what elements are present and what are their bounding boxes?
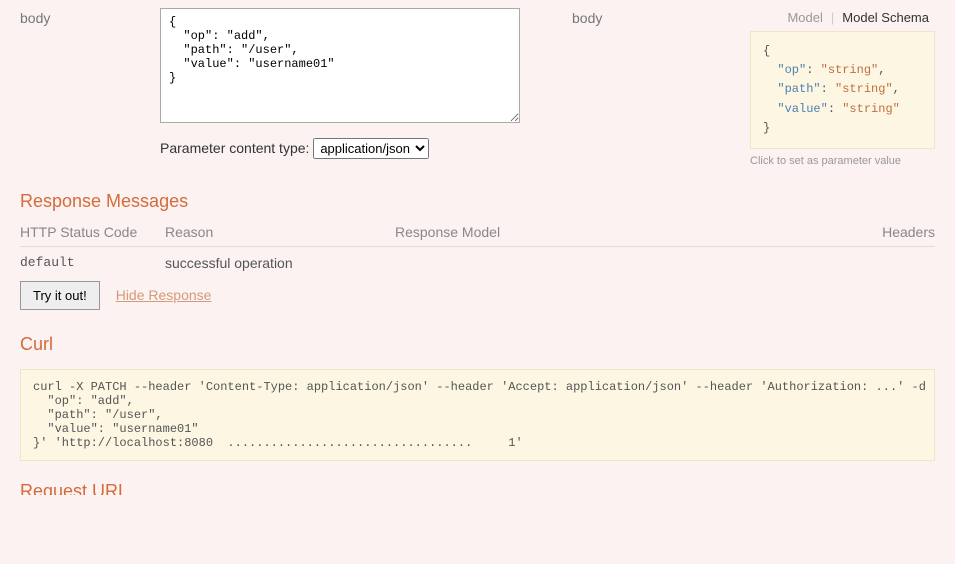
tab-model-schema[interactable]: Model Schema	[836, 8, 935, 27]
response-header-row: HTTP Status Code Reason Response Model H…	[20, 220, 935, 247]
curl-heading: Curl	[20, 334, 935, 355]
schema-tabs: Model | Model Schema	[750, 8, 935, 27]
hide-response-link[interactable]: Hide Response	[116, 287, 212, 303]
response-messages-heading: Response Messages	[20, 191, 935, 212]
curl-scroll[interactable]: curl -X PATCH --header 'Content-Type: ap…	[20, 363, 935, 461]
request-url-heading: Request URL	[20, 481, 935, 495]
col-status: HTTP Status Code	[20, 224, 165, 240]
col-reason: Reason	[165, 224, 395, 240]
parameter-row: body Parameter content type: application…	[20, 0, 935, 167]
response-reason: successful operation	[165, 255, 935, 271]
action-row: Try it out! Hide Response	[20, 281, 935, 310]
schema-box[interactable]: { "op": "string", "path": "string", "val…	[750, 31, 935, 149]
param-description: body	[560, 8, 750, 26]
tab-model[interactable]: Model	[781, 8, 828, 27]
curl-output: curl -X PATCH --header 'Content-Type: ap…	[20, 369, 935, 461]
col-model: Response Model	[395, 224, 855, 240]
content-type-select[interactable]: application/json	[313, 138, 429, 159]
schema-hint[interactable]: Click to set as parameter value	[750, 155, 935, 167]
param-name: body	[20, 8, 160, 26]
content-type-row: Parameter content type: application/json	[160, 138, 560, 159]
body-textarea[interactable]	[160, 8, 520, 123]
col-headers: Headers	[855, 224, 935, 240]
response-row: default successful operation	[20, 247, 935, 275]
tab-separator: |	[829, 8, 836, 27]
try-it-out-button[interactable]: Try it out!	[20, 281, 100, 310]
response-code: default	[20, 255, 165, 271]
content-type-label: Parameter content type:	[160, 140, 309, 156]
